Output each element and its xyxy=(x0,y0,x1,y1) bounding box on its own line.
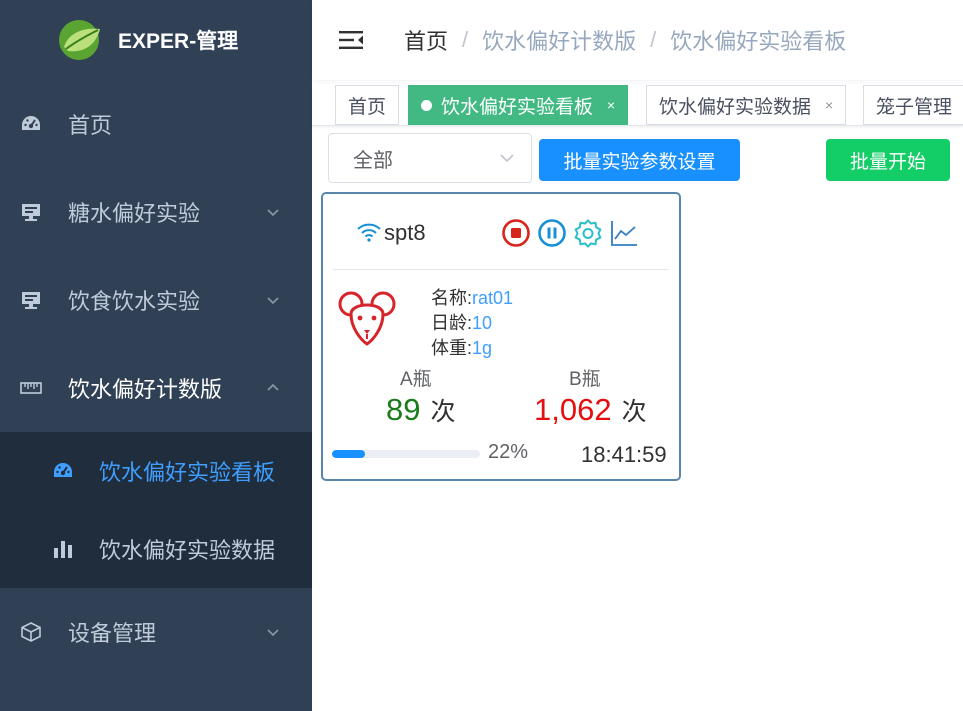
sidebar-item-label: 饮食饮水实验 xyxy=(68,289,201,314)
submenu-water-preference-count: 饮水偏好实验看板 饮水偏好实验数据 xyxy=(0,432,312,588)
dashboard-icon xyxy=(52,460,74,482)
stop-icon[interactable] xyxy=(501,218,531,248)
sidebar: EXPER-管理 首页 糖水偏好实验 饮食饮水实验 饮水偏好计数版 饮水偏好实验… xyxy=(0,0,312,711)
batch-settings-button[interactable]: 批量实验参数设置 xyxy=(539,139,740,181)
batch-start-button[interactable]: 批量开始 xyxy=(826,139,950,181)
monitor-icon xyxy=(20,289,42,311)
chevron-up-icon xyxy=(267,383,279,391)
filter-select-value: 全部 xyxy=(353,149,393,172)
device-card-header: spt8 xyxy=(323,194,679,270)
breadcrumb-item-home[interactable]: 首页 xyxy=(404,24,448,56)
leaf-logo-icon xyxy=(59,20,100,60)
toolbar: 全部 批量实验参数设置 批量开始 xyxy=(312,132,963,184)
tag-label: 饮水偏好实验看板 xyxy=(441,96,594,118)
subject-weight-label: 体重: xyxy=(431,338,473,358)
close-icon[interactable]: × xyxy=(825,97,833,113)
experiment-progress-text: 22% xyxy=(488,441,529,463)
dashboard-icon xyxy=(20,113,42,135)
tag-experiment-board[interactable]: 饮水偏好实验看板 × xyxy=(408,85,629,125)
tag-label: 笼子管理 xyxy=(876,96,953,118)
sidebar-item-experiment-data[interactable]: 饮水偏好实验数据 xyxy=(0,510,312,588)
subject-name-value: rat01 xyxy=(472,288,514,308)
breadcrumb: 首页 / 饮水偏好计数版 / 饮水偏好实验看板 xyxy=(404,24,846,56)
main-area: 首页 / 饮水偏好计数版 / 饮水偏好实验看板 首页 饮水偏好实验看板 × 饮水… xyxy=(312,0,963,711)
mouse-icon xyxy=(338,291,396,346)
breadcrumb-item-section: 饮水偏好计数版 xyxy=(482,29,637,54)
experiment-progress-bar xyxy=(332,450,480,458)
sidebar-item-label: 饮水偏好计数版 xyxy=(68,377,223,402)
subject-weight-value: 1g xyxy=(472,338,493,358)
bottle-a-count: 89 xyxy=(386,392,421,427)
app-title: EXPER-管理 xyxy=(118,30,239,53)
sidebar-item-label: 首页 xyxy=(68,113,113,138)
bar-chart-icon xyxy=(52,538,74,560)
card-divider xyxy=(333,269,669,270)
filter-select[interactable]: 全部 xyxy=(328,133,532,183)
close-icon[interactable]: × xyxy=(607,97,615,113)
active-dot-icon xyxy=(421,99,432,111)
count-unit: 次 xyxy=(430,398,456,426)
breadcrumb-item-current: 饮水偏好实验看板 xyxy=(670,29,847,54)
chevron-down-icon xyxy=(267,629,279,637)
breadcrumb-separator: / xyxy=(650,27,657,52)
count-unit: 次 xyxy=(621,398,647,426)
tag-home[interactable]: 首页 xyxy=(335,85,400,125)
tag-cage-management[interactable]: 笼子管理 xyxy=(863,85,963,125)
tag-label: 首页 xyxy=(348,96,387,118)
navbar: 首页 / 饮水偏好计数版 / 饮水偏好实验看板 xyxy=(312,0,963,80)
ruler-icon xyxy=(20,377,42,399)
chevron-down-icon xyxy=(267,297,279,305)
subject-age-row: 日龄:10 xyxy=(431,309,492,335)
gear-icon[interactable] xyxy=(573,218,603,248)
elapsed-time: 18:41:59 xyxy=(581,442,667,467)
logo[interactable]: EXPER-管理 xyxy=(0,0,312,80)
bottle-a-label: A瓶 xyxy=(400,369,432,390)
sidebar-item-device-management[interactable]: 设备管理 xyxy=(0,588,312,676)
chevron-down-icon xyxy=(500,154,514,163)
tag-label: 饮水偏好实验数据 xyxy=(659,96,812,118)
pause-icon[interactable] xyxy=(537,218,567,248)
sidebar-item-sugar-water[interactable]: 糖水偏好实验 xyxy=(0,168,312,256)
bottle-a-count-row: 89 次 xyxy=(386,392,456,428)
monitor-icon xyxy=(20,201,42,223)
subject-age-label: 日龄: xyxy=(431,313,473,333)
chevron-down-icon xyxy=(267,209,279,217)
bottle-b-label: B瓶 xyxy=(569,369,601,390)
experiment-progress-fill xyxy=(332,450,365,458)
tag-experiment-data[interactable]: 饮水偏好实验数据 × xyxy=(646,85,847,125)
subject-age-value: 10 xyxy=(472,313,493,333)
subject-weight-row: 体重:1g xyxy=(431,334,492,360)
sidebar-item-diet-water[interactable]: 饮食饮水实验 xyxy=(0,256,312,344)
sidebar-item-label: 饮水偏好实验数据 xyxy=(99,538,276,563)
sidebar-item-experiment-board[interactable]: 饮水偏好实验看板 xyxy=(0,432,312,510)
device-name: spt8 xyxy=(384,220,426,245)
sidebar-item-label: 糖水偏好实验 xyxy=(68,201,201,226)
breadcrumb-separator: / xyxy=(462,27,469,52)
subject-name-row: 名称:rat01 xyxy=(431,284,513,310)
tags-view: 首页 饮水偏好实验看板 × 饮水偏好实验数据 × 笼子管理 xyxy=(312,84,963,126)
sidebar-item-home[interactable]: 首页 xyxy=(0,80,312,168)
menu-fold-icon[interactable] xyxy=(338,28,364,52)
bottle-b-count-row: 1,062 次 xyxy=(534,392,647,428)
subject-name-label: 名称: xyxy=(431,288,473,308)
sidebar-item-water-preference-count[interactable]: 饮水偏好计数版 xyxy=(0,344,312,432)
device-card: spt8 名称:rat01 日龄:10 体重:1g A瓶 B瓶 89 次 1,0… xyxy=(321,192,681,481)
line-chart-icon[interactable] xyxy=(609,218,639,248)
wifi-icon xyxy=(357,223,381,242)
sidebar-item-label: 饮水偏好实验看板 xyxy=(99,460,276,485)
bottle-b-count: 1,062 xyxy=(534,392,612,427)
sidebar-item-label: 设备管理 xyxy=(68,621,157,646)
app-root: EXPER-管理 首页 糖水偏好实验 饮食饮水实验 饮水偏好计数版 饮水偏好实验… xyxy=(0,0,963,711)
cube-icon xyxy=(20,621,42,643)
